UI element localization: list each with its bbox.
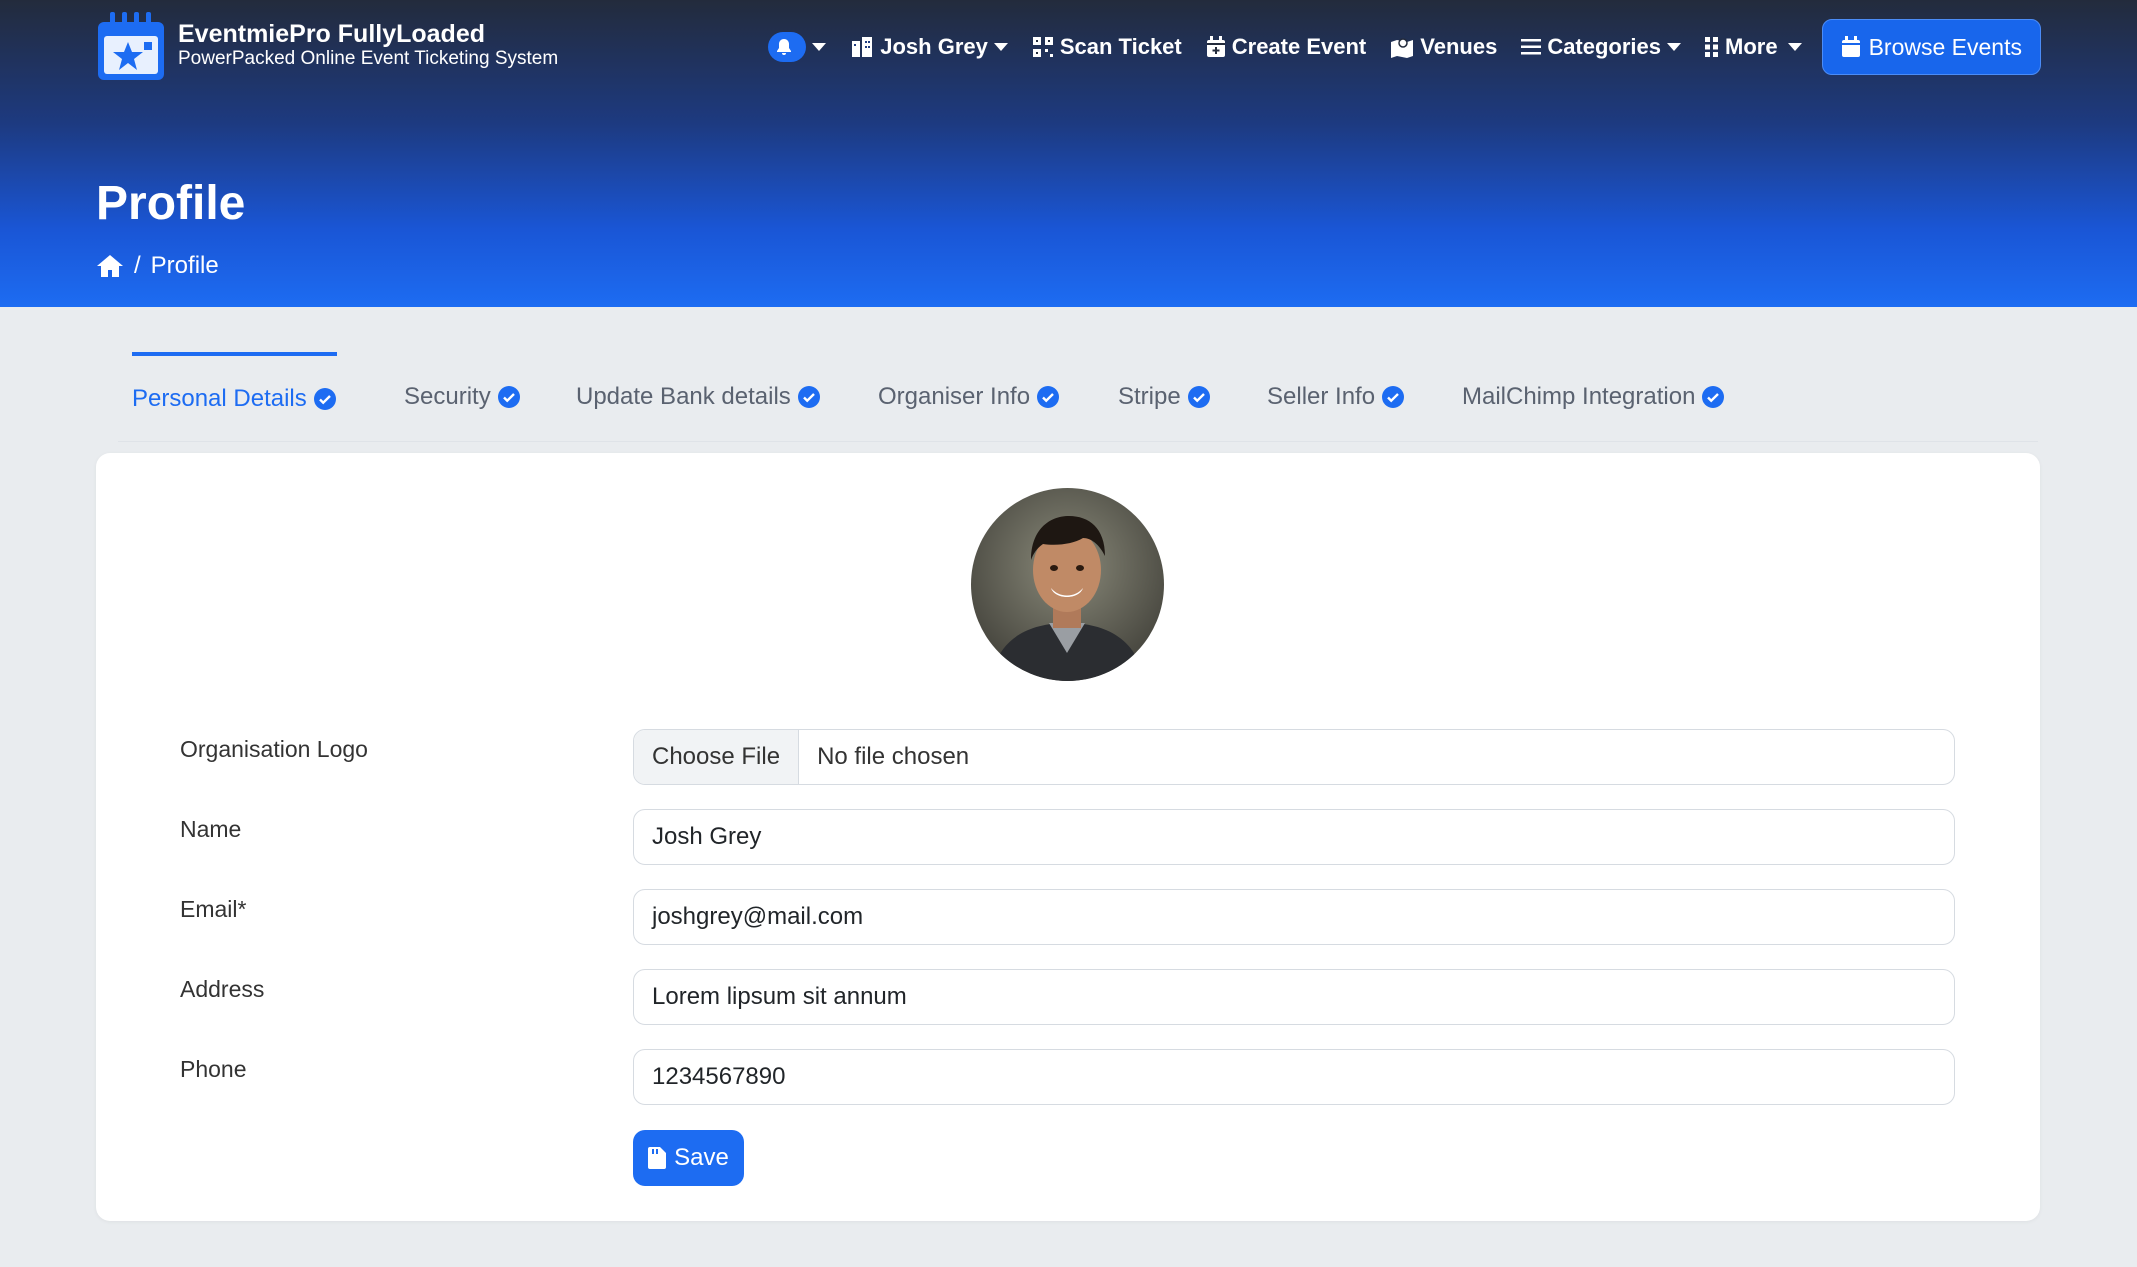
phone-input[interactable]: 1234567890 xyxy=(633,1049,1955,1105)
calendar-icon xyxy=(1841,36,1860,57)
tab-update-bank-details[interactable]: Update Bank details xyxy=(576,352,821,442)
grid-dots-icon xyxy=(1705,37,1719,57)
qrcode-icon xyxy=(1032,37,1053,57)
venues-label: Venues xyxy=(1420,34,1498,59)
building-icon xyxy=(852,37,873,57)
tab-label: Seller Info xyxy=(1267,383,1376,410)
name-label: Name xyxy=(180,816,242,842)
choose-file-button[interactable]: Choose File xyxy=(634,730,800,784)
chevron-down-icon xyxy=(812,43,827,51)
chevron-down-icon xyxy=(993,43,1008,51)
tab-personal-details[interactable]: Personal Details xyxy=(132,352,337,442)
save-button[interactable]: Save xyxy=(633,1130,744,1186)
organisation-logo-label: Organisation Logo xyxy=(180,736,368,762)
scan-ticket-label: Scan Ticket xyxy=(1059,34,1182,59)
profile-tabs: Personal Details Security Update Bank de… xyxy=(118,352,2038,442)
scan-ticket-link[interactable]: Scan Ticket xyxy=(1032,34,1182,60)
chevron-down-icon xyxy=(1667,43,1682,51)
check-circle-icon xyxy=(797,386,820,408)
email-input[interactable]: joshgrey@mail.com xyxy=(633,889,1955,945)
calendar-plus-icon xyxy=(1206,36,1225,57)
browse-events-label: Browse Events xyxy=(1868,33,2022,60)
home-icon[interactable] xyxy=(96,254,124,278)
avatar xyxy=(971,488,1164,681)
brand[interactable]: EventmiePro FullyLoaded PowerPacked Onli… xyxy=(96,8,558,82)
tab-label: Organiser Info xyxy=(878,383,1031,410)
breadcrumb-current: Profile xyxy=(150,252,219,279)
check-circle-icon xyxy=(1702,386,1725,408)
map-location-icon xyxy=(1391,38,1414,58)
tab-seller-info[interactable]: Seller Info xyxy=(1267,352,1405,442)
venues-link[interactable]: Venues xyxy=(1390,34,1497,60)
breadcrumb-separator: / xyxy=(134,252,141,279)
notifications-dropdown[interactable] xyxy=(768,32,827,62)
list-icon xyxy=(1521,39,1542,55)
user-name: Josh Grey xyxy=(880,34,988,59)
tab-label: Stripe xyxy=(1118,383,1181,410)
check-circle-icon xyxy=(313,388,336,410)
profile-form-card: Organisation Logo Choose File No file ch… xyxy=(96,453,2040,1221)
calendar-star-icon xyxy=(96,8,166,82)
create-event-label: Create Event xyxy=(1231,34,1367,59)
tab-security[interactable]: Security xyxy=(404,352,521,442)
tab-label: Personal Details xyxy=(132,385,307,412)
tab-organiser-info[interactable]: Organiser Info xyxy=(878,352,1060,442)
bell-icon xyxy=(768,32,807,62)
create-event-link[interactable]: Create Event xyxy=(1206,34,1367,60)
organisation-logo-file-input[interactable]: Choose File No file chosen xyxy=(633,729,1955,785)
file-status-text: No file chosen xyxy=(817,743,970,770)
brand-subtitle: PowerPacked Online Event Ticketing Syste… xyxy=(178,48,559,69)
check-circle-icon xyxy=(1382,386,1405,408)
save-icon xyxy=(648,1147,667,1169)
check-circle-icon xyxy=(1187,386,1210,408)
phone-label: Phone xyxy=(180,1056,247,1082)
breadcrumb: / Profile xyxy=(96,252,219,280)
email-label: Email* xyxy=(180,896,247,922)
categories-dropdown[interactable]: Categories xyxy=(1521,34,1682,60)
top-navbar: EventmiePro FullyLoaded PowerPacked Onli… xyxy=(0,0,2137,96)
save-label: Save xyxy=(674,1144,729,1171)
tab-mailchimp-integration[interactable]: MailChimp Integration xyxy=(1462,352,1725,442)
check-circle-icon xyxy=(497,386,520,408)
page-title: Profile xyxy=(96,177,246,230)
more-dropdown[interactable]: More xyxy=(1705,34,1802,60)
tab-label: MailChimp Integration xyxy=(1462,383,1696,410)
name-input[interactable]: Josh Grey xyxy=(633,809,1955,865)
tab-label: Security xyxy=(404,383,491,410)
tab-label: Update Bank details xyxy=(576,383,791,410)
address-label: Address xyxy=(180,976,265,1002)
page-header: EventmiePro FullyLoaded PowerPacked Onli… xyxy=(0,0,2137,307)
user-menu[interactable]: Josh Grey xyxy=(850,34,1008,60)
check-circle-icon xyxy=(1037,386,1060,408)
tab-stripe[interactable]: Stripe xyxy=(1118,352,1211,442)
categories-label: Categories xyxy=(1547,34,1662,59)
chevron-down-icon xyxy=(1787,43,1802,51)
browse-events-button[interactable]: Browse Events xyxy=(1821,19,2041,75)
more-label: More xyxy=(1725,34,1778,59)
brand-title: EventmiePro FullyLoaded xyxy=(178,20,486,48)
address-input[interactable]: Lorem lipsum sit annum xyxy=(633,969,1955,1025)
nav-menu: Josh Grey Scan Ticket Create Event Venue… xyxy=(744,18,2041,76)
